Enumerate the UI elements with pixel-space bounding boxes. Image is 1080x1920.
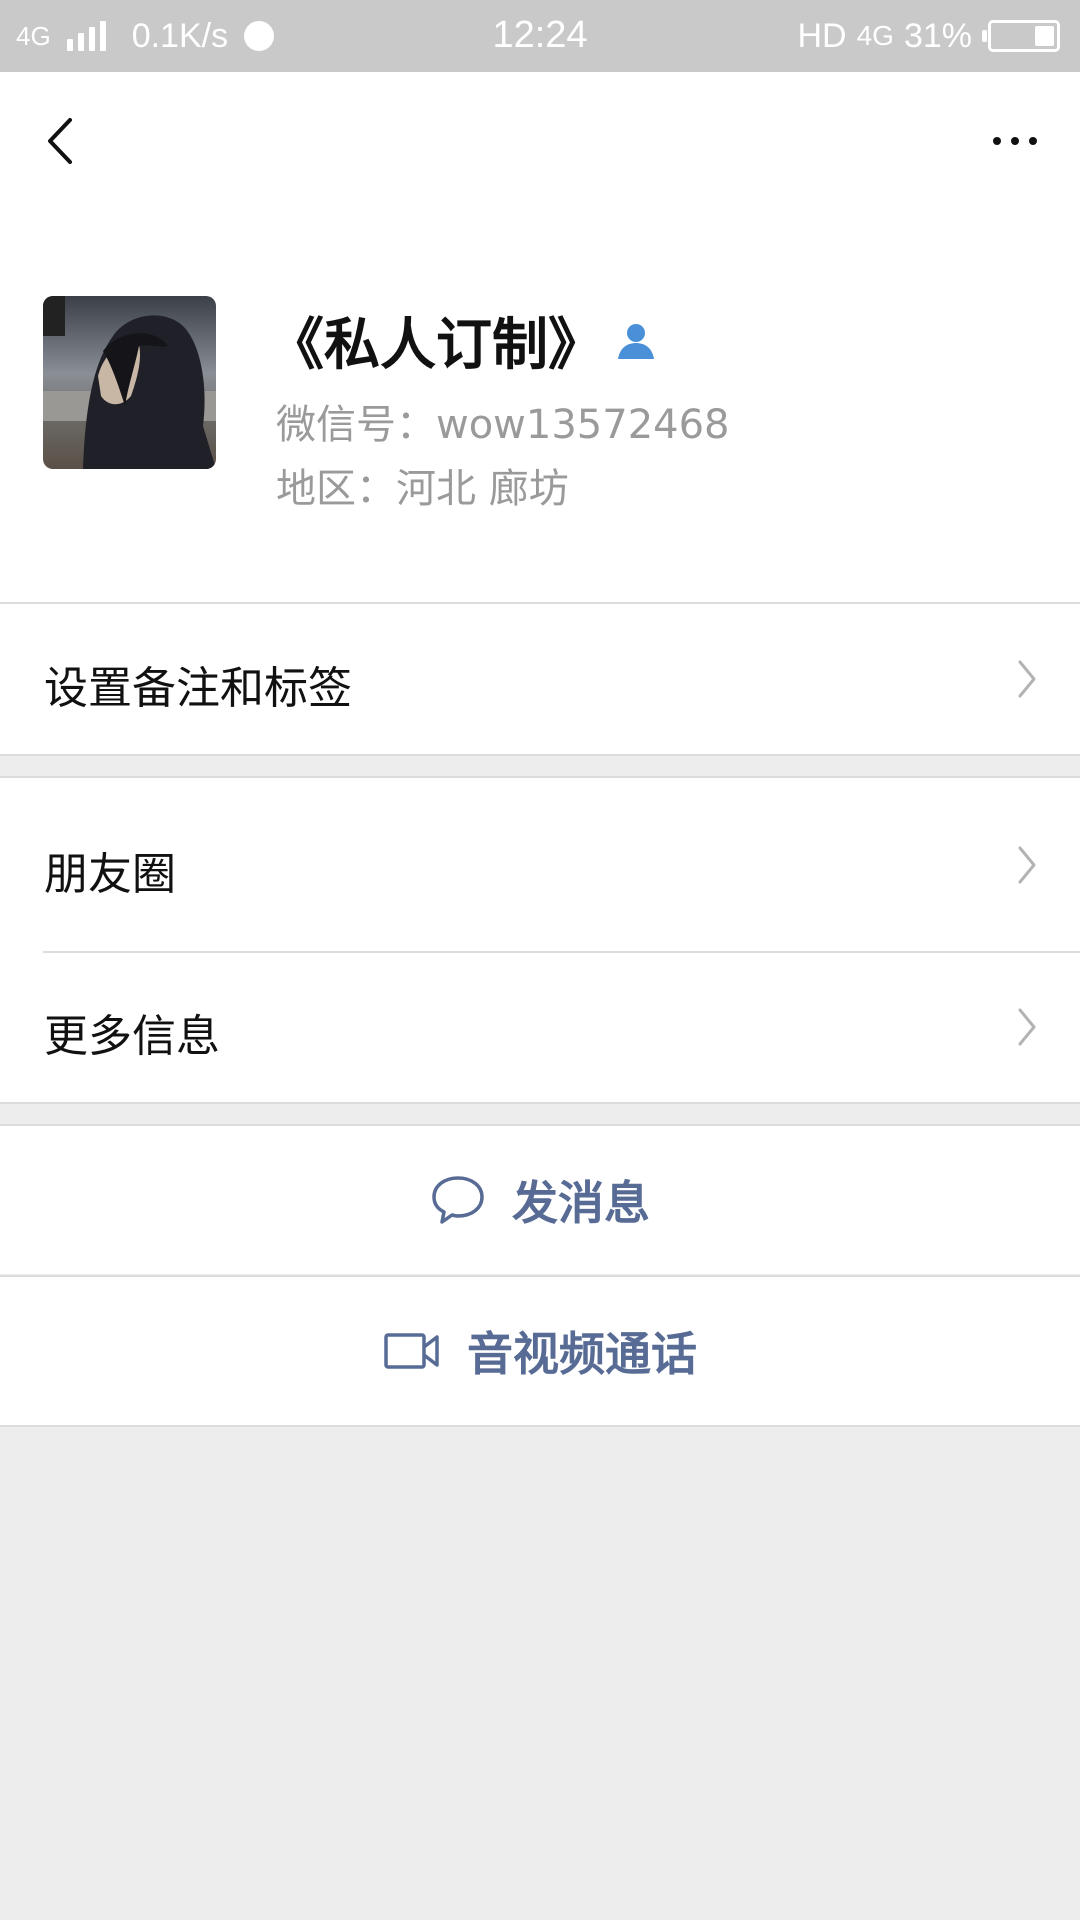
remark-tags-label: 设置备注和标签 <box>44 663 352 714</box>
profile-name: 《私人订制》 <box>268 300 658 381</box>
more-dots-icon <box>993 137 1001 145</box>
chevron-right-icon <box>1018 1008 1036 1046</box>
video-call-label: 音视频通话 <box>467 1327 697 1381</box>
battery-icon <box>982 20 1060 52</box>
wechat-id: 微信号：wow13572468 <box>276 402 730 448</box>
chevron-left-icon <box>48 118 72 164</box>
profile-header: 《私人订制》 微信号：wow13572468 地区：河北 廊坊 <box>0 72 1080 602</box>
chevron-right-icon <box>1018 660 1036 698</box>
send-message-label: 发消息 <box>512 1176 650 1230</box>
divider <box>0 776 1080 778</box>
status-bar: 4G 0.1K/s 12:24 HD 4G 31% <box>0 0 1080 72</box>
avatar-image <box>43 296 216 469</box>
more-dots-icon <box>1011 137 1019 145</box>
hd-indicator: HD <box>797 16 847 55</box>
battery-nub <box>982 30 987 42</box>
avatar[interactable] <box>43 296 216 469</box>
battery-percent: 31% <box>903 16 972 55</box>
moments-label: 朋友圈 <box>44 849 176 900</box>
contact-person-icon <box>618 323 654 359</box>
chat-bubble-icon <box>432 1176 484 1224</box>
video-call-button[interactable]: 音视频通话 <box>0 1277 1080 1425</box>
divider <box>0 1124 1080 1126</box>
divider <box>0 602 1080 604</box>
back-button[interactable] <box>30 106 90 176</box>
more-info-row[interactable]: 更多信息 <box>0 952 1080 1102</box>
chevron-right-icon <box>1018 846 1036 884</box>
divider <box>0 1425 1080 1427</box>
more-info-label: 更多信息 <box>44 1011 220 1062</box>
divider <box>43 951 1080 953</box>
status-bar-right: HD 4G 31% <box>797 16 1060 56</box>
send-message-button[interactable]: 发消息 <box>0 1126 1080 1274</box>
more-dots-icon <box>1029 137 1037 145</box>
divider <box>0 754 1080 756</box>
profile-name-text: 《私人订制》 <box>268 313 604 378</box>
network-type-secondary: 4G <box>856 20 894 51</box>
video-camera-icon <box>384 1333 439 1369</box>
remark-tags-row[interactable]: 设置备注和标签 <box>0 604 1080 754</box>
battery-fill <box>1035 26 1054 46</box>
moments-row[interactable]: 朋友圈 <box>0 778 1080 952</box>
more-button[interactable] <box>980 116 1050 166</box>
region: 地区：河北 廊坊 <box>276 466 569 512</box>
divider <box>0 1102 1080 1104</box>
